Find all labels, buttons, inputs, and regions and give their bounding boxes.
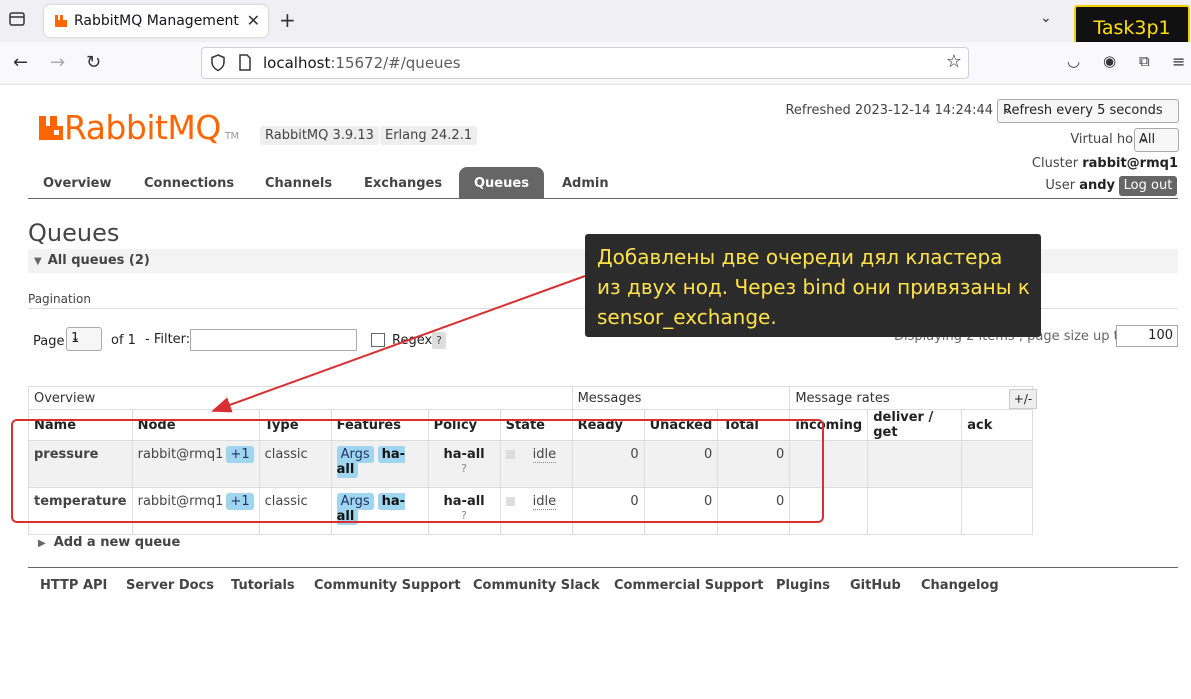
tab-queues[interactable]: Queues [459, 167, 544, 198]
page-select[interactable]: 1 ⌄ [66, 327, 102, 351]
shield-icon [211, 54, 225, 72]
chevron-down-icon[interactable]: ⌄ [1040, 10, 1052, 26]
toggle-columns-button[interactable]: +/- [1009, 389, 1037, 409]
page-title: Queues [28, 219, 120, 247]
erlang-version: Erlang 24.2.1 [380, 126, 478, 145]
footer-link-community-slack[interactable]: Community Slack [473, 578, 600, 593]
ack-rate [961, 440, 1034, 488]
tab-overview[interactable]: Overview [28, 167, 127, 198]
tab-list-icon[interactable] [8, 10, 26, 32]
reload-icon[interactable]: ↻ [86, 52, 101, 73]
url-bar[interactable]: localhost:15672/#/queues ☆ [201, 47, 969, 79]
footer-link-changelog[interactable]: Changelog [921, 578, 999, 593]
chevron-down-icon: ⌄ [71, 331, 81, 344]
annotation-highlight-box [11, 419, 824, 523]
regex-label: Regex [392, 333, 433, 348]
forward-icon[interactable]: → [50, 52, 65, 73]
tab-channels[interactable]: Channels [250, 167, 347, 198]
group-overview: Overview [28, 386, 573, 410]
footer-link-server-docs[interactable]: Server Docs [126, 578, 214, 593]
regex-checkbox[interactable] [371, 333, 385, 347]
group-messages: Messages [571, 386, 791, 410]
group-message-rates: Message rates [789, 386, 1034, 410]
deliver-get-rate [867, 487, 963, 535]
close-tab-icon[interactable]: ✕ [247, 11, 260, 30]
triangle-right-icon: ▶ [38, 538, 46, 549]
filter-input[interactable] [190, 329, 357, 351]
footer-link-github[interactable]: GitHub [850, 578, 901, 593]
tab-title: RabbitMQ Management [74, 13, 239, 29]
filter-label: - Filter: [145, 332, 191, 347]
menu-icon[interactable]: ≡ [1172, 52, 1185, 71]
tab-connections[interactable]: Connections [129, 167, 249, 198]
url-text: localhost:15672/#/queues [263, 54, 461, 72]
annotation-callout: Добавлены две очереди дял кластера из дв… [585, 234, 1041, 337]
cluster-info: Cluster rabbit@rmq1 [1031, 156, 1178, 171]
page-count: of 1 [111, 333, 136, 348]
refresh-interval-select[interactable]: Refresh every 5 seconds ⌄ [997, 99, 1179, 123]
footer-link-http-api[interactable]: HTTP API [40, 578, 107, 593]
page-size-input[interactable]: 100 [1116, 325, 1178, 347]
rabbitmq-logo: RabbitMQ TM [38, 108, 239, 147]
callout-line-2: из двух нод. Через bind они привязаны к [597, 275, 1030, 299]
logout-button[interactable]: Log out [1119, 176, 1177, 196]
new-tab-icon[interactable]: + [279, 8, 296, 32]
tabs-divider [28, 198, 1178, 199]
deliver-get-rate [867, 440, 963, 488]
page-icon [239, 54, 251, 71]
pagination-heading: Pagination [28, 292, 91, 306]
extensions-icon[interactable]: ⧉ [1139, 52, 1150, 70]
col-ack[interactable]: ack [961, 409, 1034, 441]
bookmark-star-icon[interactable]: ☆ [946, 51, 962, 72]
col-deliver-get[interactable]: deliver / get [867, 409, 963, 441]
callout-line-3: sensor_exchange. [597, 305, 777, 329]
all-queues-toggle[interactable]: ▼ All queues (2) [34, 253, 150, 268]
pocket-icon[interactable]: ◡ [1067, 52, 1080, 70]
tab-exchanges[interactable]: Exchanges [349, 167, 457, 198]
refreshed-timestamp: Refreshed 2023-12-14 14:24:44 [785, 103, 993, 118]
add-queue-toggle[interactable]: ▶ Add a new queue [38, 535, 180, 550]
footer-divider [28, 567, 1178, 568]
regex-help-button[interactable]: ? [432, 332, 446, 349]
ack-rate [961, 487, 1034, 535]
virtual-host-select[interactable]: All ⌄ [1134, 128, 1179, 152]
rabbitmq-logo-icon [39, 116, 63, 140]
chevron-down-icon: ⌄ [1003, 103, 1013, 116]
footer-link-community-support[interactable]: Community Support [314, 578, 461, 593]
page-label: Page [33, 334, 65, 349]
triangle-down-icon: ▼ [34, 256, 42, 267]
footer-link-tutorials[interactable]: Tutorials [231, 578, 295, 593]
browser-tab[interactable]: RabbitMQ Management ✕ [44, 5, 268, 37]
account-icon[interactable]: ◉ [1103, 52, 1116, 70]
rabbitmq-favicon-icon [55, 15, 67, 27]
back-icon[interactable]: ← [13, 52, 28, 73]
tab-admin[interactable]: Admin [547, 167, 624, 198]
footer-link-plugins[interactable]: Plugins [776, 578, 830, 593]
callout-line-1: Добавлены две очереди дял кластера [597, 245, 1003, 269]
user-info: User andy [1045, 178, 1115, 193]
rabbitmq-version: RabbitMQ 3.9.13 [260, 126, 379, 145]
chevron-down-icon: ⌄ [1139, 132, 1149, 145]
footer-link-commercial-support[interactable]: Commercial Support [614, 578, 764, 593]
